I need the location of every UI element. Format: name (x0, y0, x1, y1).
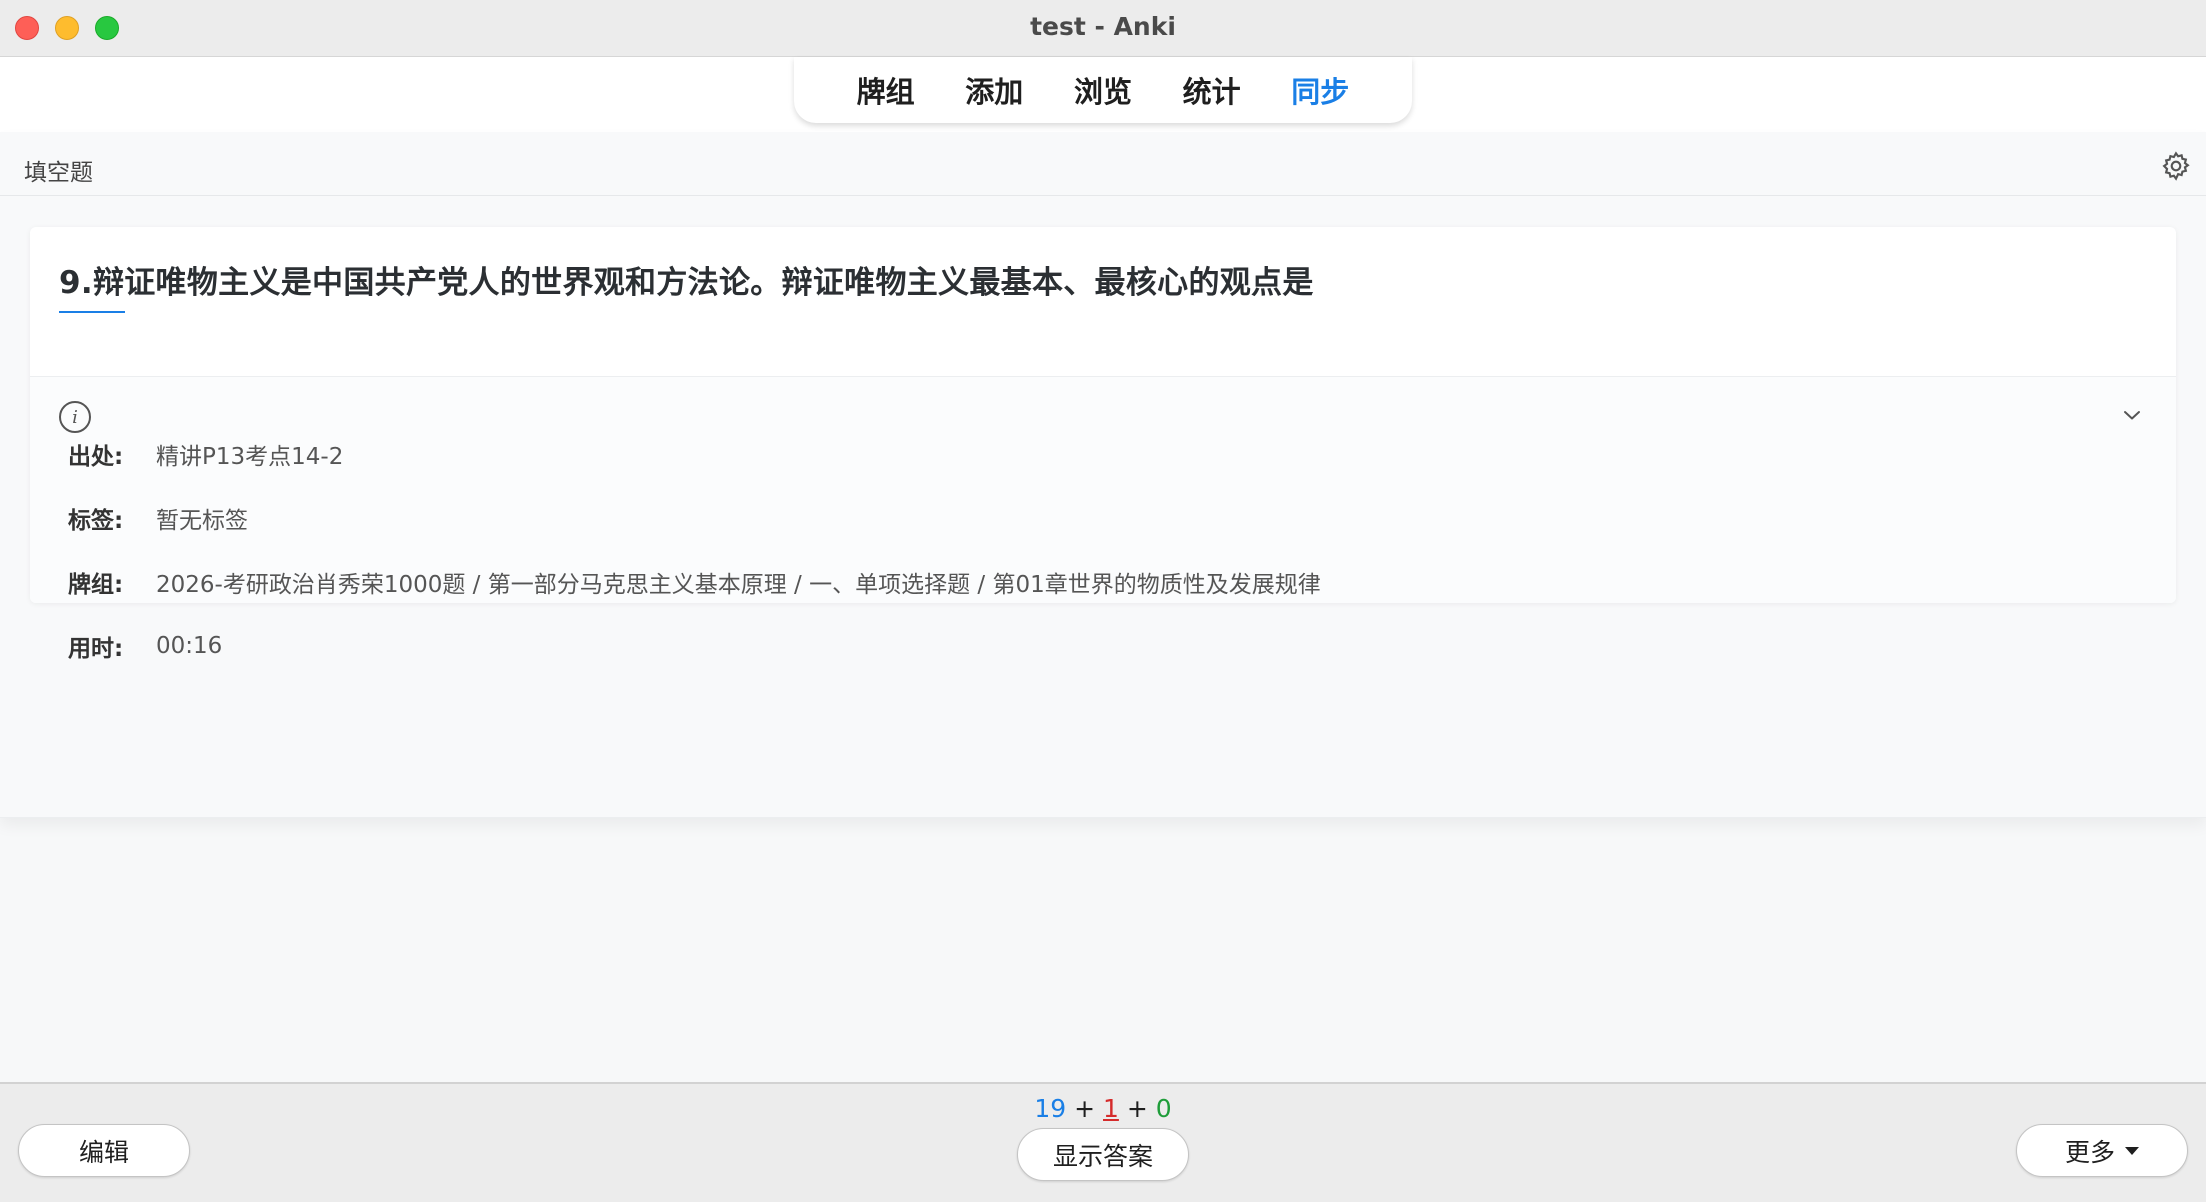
count-learning: 1 (1103, 1094, 1119, 1123)
info-value-deck: 2026-考研政治肖秀荣1000题 / 第一部分马克思主义基本原理 / 一、单项… (156, 572, 1321, 598)
show-answer-label: 显示答案 (1052, 1141, 1153, 1171)
info-label-time: 用时: (68, 636, 124, 662)
nav-add[interactable]: 添加 (965, 69, 1023, 111)
info-label-source: 出处: (68, 444, 124, 470)
info-row-deck: 牌组: 2026-考研政治肖秀荣1000题 / 第一部分马克思主义基本原理 / … (68, 567, 1321, 598)
info-icon[interactable]: i (59, 401, 91, 433)
more-button-label: 更多 (2064, 1137, 2115, 1167)
info-label-tags: 标签: (68, 508, 124, 534)
card-type-label: 填空题 (24, 160, 93, 186)
show-answer-button[interactable]: 显示答案 (1017, 1128, 1189, 1181)
nav-stats[interactable]: 统计 (1183, 69, 1241, 111)
top-toolbar: 牌组 添加 浏览 统计 同步 (0, 57, 2206, 132)
info-label-deck: 牌组: (68, 572, 124, 598)
info-row-time: 用时: 00:16 (68, 631, 223, 662)
more-button[interactable]: 更多 (2016, 1124, 2188, 1177)
title-bar: test - Anki (0, 0, 2206, 57)
info-row-source: 出处: 精讲P13考点14-2 (68, 439, 344, 470)
card-panel: 填空题 9.辩证唯物主义是中国共产党人的世界观和方法论。辩证唯物主义最基本、最核… (0, 132, 2206, 818)
question-card: 9.辩证唯物主义是中国共产党人的世界观和方法论。辩证唯物主义最基本、最核心的观点… (30, 227, 2176, 662)
count-new: 19 (1034, 1094, 1067, 1123)
nav-sync[interactable]: 同步 (1291, 69, 1349, 111)
chevron-down-icon[interactable] (2120, 403, 2144, 427)
window-title: test - Anki (1030, 12, 1176, 41)
info-value-time: 00:16 (156, 633, 223, 659)
gear-icon[interactable] (2160, 150, 2192, 182)
review-area: 填空题 9.辩证唯物主义是中国共产党人的世界观和方法论。辩证唯物主义最基本、最核… (0, 132, 2206, 1082)
nav-browse[interactable]: 浏览 (1074, 69, 1132, 111)
due-counts: 19 + 1 + 0 (0, 1094, 2206, 1123)
main-nav: 牌组 添加 浏览 统计 同步 (794, 57, 1412, 123)
nav-decks[interactable]: 牌组 (857, 69, 915, 111)
question-text: 9.辩证唯物主义是中国共产党人的世界观和方法论。辩证唯物主义最基本、最核心的观点… (59, 265, 1314, 301)
caret-down-icon (2125, 1146, 2139, 1155)
count-review: 0 (1155, 1094, 1172, 1123)
bottom-bar: 19 + 1 + 0 编辑 显示答案 更多 (0, 1082, 2206, 1202)
count-separator: + (1126, 1094, 1148, 1123)
edit-button[interactable]: 编辑 (18, 1124, 190, 1177)
info-value-tags: 暂无标签 (156, 508, 248, 534)
cloze-blank (59, 311, 125, 313)
card-type-bar: 填空题 (0, 132, 2206, 196)
edit-button-label: 编辑 (78, 1137, 129, 1167)
card-info-section: i 出处: 精讲P13考点14-2 标签: 暂无标签 牌组: 2026-考研政治… (30, 377, 2176, 662)
info-row-tags: 标签: 暂无标签 (68, 503, 248, 534)
count-separator: + (1074, 1094, 1096, 1123)
info-value-source: 精讲P13考点14-2 (156, 444, 344, 470)
